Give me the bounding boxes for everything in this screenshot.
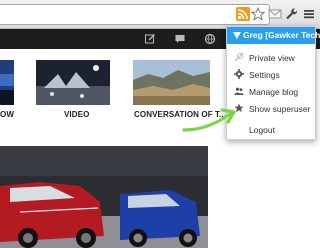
thumbnail-image[interactable] <box>36 60 110 105</box>
address-bar[interactable] <box>0 4 270 25</box>
menu-item-private-view[interactable]: Private view <box>227 49 315 66</box>
user-name: Greg [Gawker Tech] <box>243 30 320 40</box>
chevron-down-icon <box>233 32 241 39</box>
browser-toolbar <box>0 0 320 29</box>
mail-icon[interactable] <box>268 7 282 21</box>
private-view-icon <box>234 52 244 62</box>
thumbnail-title[interactable]: OW <box>0 110 14 119</box>
menu-item-show-superuser[interactable]: Show superuser <box>227 100 315 117</box>
page: OW VIDEO CONVERSATION OF T... Greg [Gawk… <box>0 0 320 248</box>
menu-item-label: Settings <box>249 70 280 80</box>
menu-item-logout[interactable]: Logout <box>227 121 315 138</box>
user-menu: Greg [Gawker Tech] Private view Settings <box>226 26 320 140</box>
wrench-icon[interactable] <box>285 7 299 21</box>
globe-icon[interactable] <box>204 33 216 45</box>
thumbnail-title[interactable]: VIDEO <box>64 110 89 119</box>
bookmark-star-icon[interactable] <box>251 7 265 21</box>
rss-icon[interactable] <box>236 7 250 21</box>
comments-icon[interactable] <box>174 33 186 45</box>
menu-item-label: Private view <box>249 53 295 63</box>
hero-image[interactable] <box>0 146 208 248</box>
menu-icon[interactable] <box>302 7 316 21</box>
menu-item-settings[interactable]: Settings <box>227 66 315 83</box>
menu-item-manage-blog[interactable]: Manage blog <box>227 83 315 100</box>
compose-icon[interactable] <box>144 33 156 45</box>
thumbnail-image[interactable] <box>0 60 14 105</box>
menu-item-label: Logout <box>249 125 275 135</box>
gear-icon <box>234 69 244 79</box>
people-icon <box>234 87 244 95</box>
menu-item-label: Show superuser <box>249 104 311 114</box>
user-menu-header[interactable]: Greg [Gawker Tech] <box>227 27 320 44</box>
menu-item-label: Manage blog <box>249 87 299 97</box>
thumbnail-image[interactable] <box>133 60 210 105</box>
annotation-arrow-icon <box>182 108 236 132</box>
